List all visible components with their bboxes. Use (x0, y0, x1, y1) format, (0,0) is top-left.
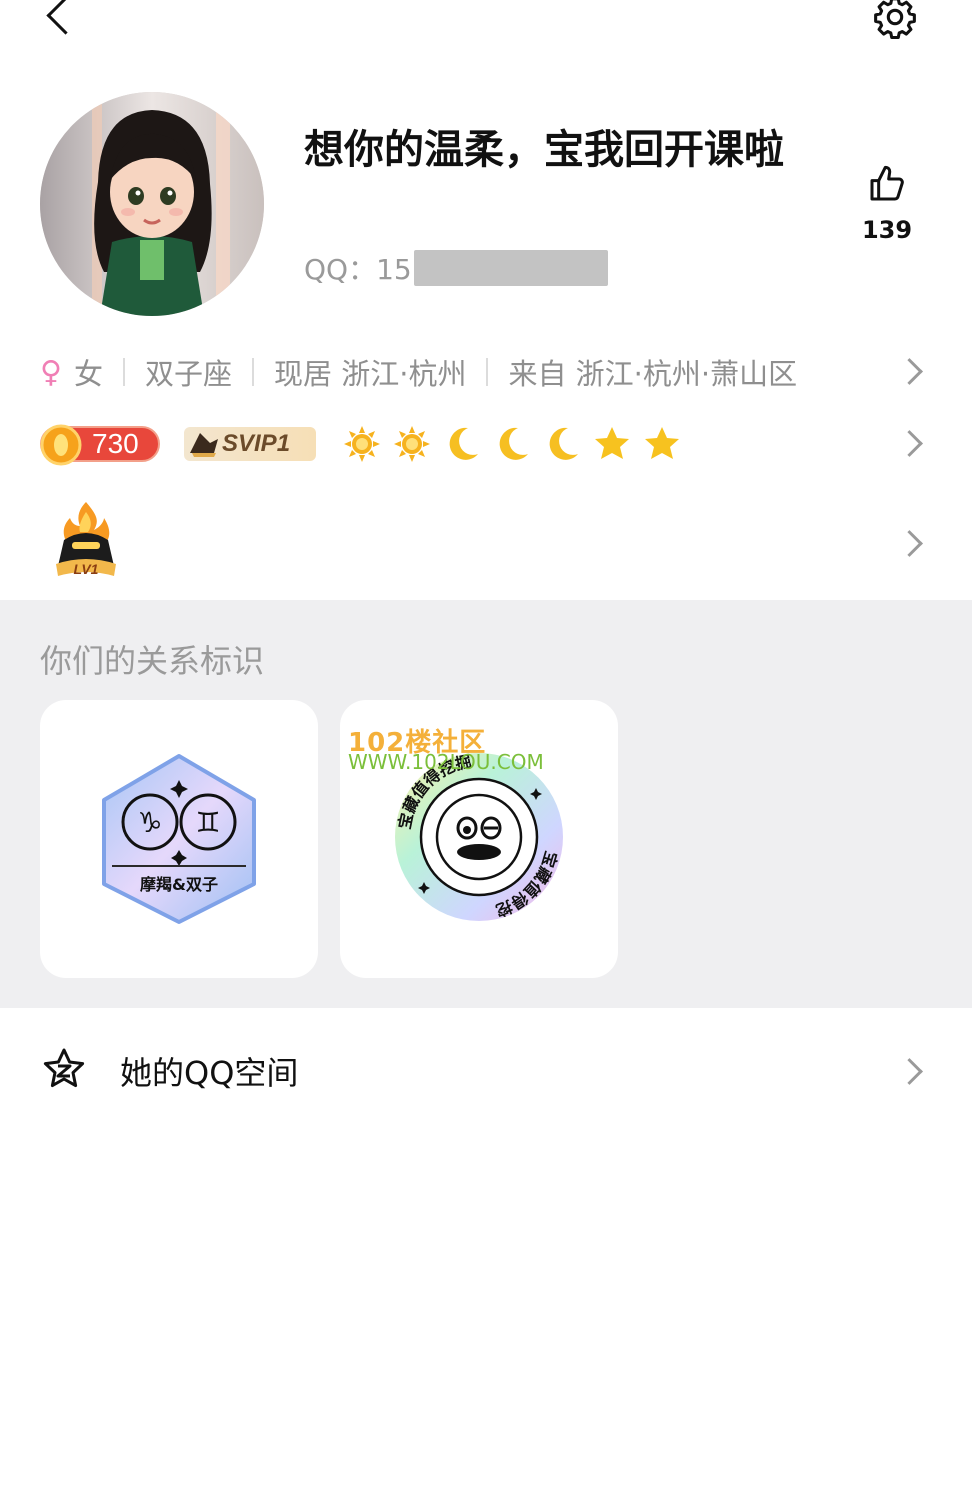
divider (486, 358, 489, 386)
like-button[interactable]: 139 (856, 160, 918, 250)
zodiac-label: 双子座 (145, 357, 233, 391)
relationship-section: 你们的关系标识 ♑ ♊ 摩羯&双子 宝藏值得挖掘 宝藏值得挖 102楼社区 WW… (0, 600, 972, 1008)
svip-icon (190, 433, 218, 457)
chevron-right-icon[interactable] (896, 358, 923, 385)
qzone-label: 她的QQ空间 (120, 1054, 299, 1092)
svg-text:♑: ♑ (137, 806, 162, 839)
fire-level-badge[interactable]: LV1 (52, 500, 120, 580)
sun-icon (394, 426, 430, 462)
coin-icon (40, 424, 82, 466)
fire-level-icon: LV1 (56, 502, 116, 577)
zodiac-relationship-card[interactable]: ♑ ♊ 摩羯&双子 (40, 700, 318, 978)
female-icon: ♀ (40, 354, 62, 390)
avatar[interactable] (40, 92, 264, 316)
star-icon (595, 427, 629, 459)
svip-label: SVIP1 (222, 430, 291, 457)
qzone-star-icon (43, 1048, 85, 1088)
level-value: 730 (92, 428, 139, 459)
gear-icon (874, 0, 916, 40)
treasure-relationship-card[interactable]: 宝藏值得挖掘 宝藏值得挖掘 102楼社区 WWW.102LOU.COM (332, 685, 618, 978)
divider (252, 358, 255, 386)
qzone-entry[interactable]: 她的QQ空间 (0, 1030, 972, 1110)
chevron-left-icon (46, 0, 85, 35)
back-button[interactable] (30, 0, 90, 44)
fire-level-label: LV1 (74, 561, 99, 577)
settings-button[interactable] (866, 0, 926, 44)
profile-info-row[interactable]: ♀ 女 双子座 现居 浙江·杭州 来自 浙江·杭州·萧山区 (40, 350, 797, 394)
chevron-right-icon[interactable] (896, 430, 923, 457)
svg-text:♊: ♊ (195, 806, 220, 839)
current-city-label: 现居 浙江·杭州 (274, 357, 467, 391)
thumbs-up-icon (870, 165, 904, 201)
hometown-label: 来自 浙江·杭州·萧山区 (508, 357, 798, 391)
star-icon (645, 427, 679, 459)
qq-number: QQ：15 (304, 253, 412, 286)
moon-icon (499, 427, 528, 460)
qq-grade-icons (342, 424, 692, 464)
moon-icon (549, 427, 578, 460)
avatar-image (40, 92, 264, 316)
zodiac-pair-label: 摩羯&双子 (140, 875, 218, 894)
svip-badge[interactable]: SVIP1 (184, 427, 316, 461)
moon-icon (449, 427, 478, 460)
chevron-right-icon[interactable] (896, 530, 923, 557)
like-count: 139 (861, 216, 913, 244)
divider (123, 358, 125, 386)
zodiac-badge-icon: ♑ ♊ 摩羯&双子 (102, 754, 256, 924)
nickname: 想你的温柔，宝我回开课啦 (304, 127, 784, 173)
watermark-url: WWW.102LOU.COM (348, 750, 544, 774)
qq-number-redaction (413, 250, 608, 286)
qq-number-row: QQ：15 (304, 248, 608, 288)
badges-row[interactable]: 730 SVIP1 (40, 422, 692, 466)
gender-label: 女 (73, 357, 103, 391)
level-badge[interactable]: 730 (40, 424, 160, 466)
sun-icon (344, 426, 380, 462)
relationship-title: 你们的关系标识 (40, 642, 265, 680)
